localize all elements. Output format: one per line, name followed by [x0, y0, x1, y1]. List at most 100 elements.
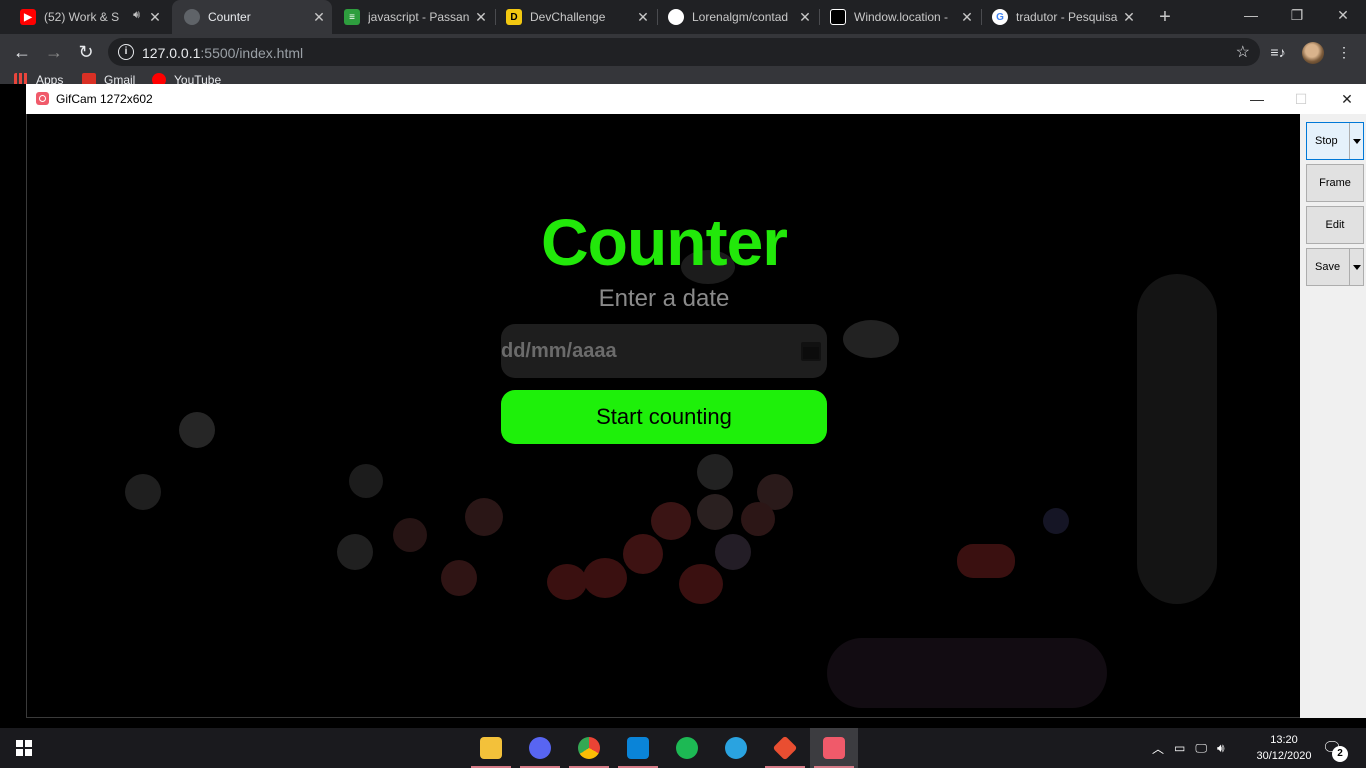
- tab-github[interactable]: Lorenalgm/contad ✕: [658, 0, 818, 34]
- taskbar-chrome[interactable]: [565, 728, 613, 768]
- notifications-button[interactable]: 🗨︎ 2: [1322, 738, 1348, 762]
- windows-start-icon[interactable]: [16, 740, 32, 756]
- close-tab-icon[interactable]: ✕: [1122, 10, 1136, 24]
- browser-toolbar: ← → ↻ i 127.0.0.1:5500/index.html ☆ ≡♪ ⋮: [0, 34, 1366, 70]
- globe-icon: [184, 9, 200, 25]
- minimize-button[interactable]: —: [1228, 4, 1274, 28]
- close-tab-icon[interactable]: ✕: [960, 10, 974, 24]
- avatar[interactable]: [1302, 42, 1324, 64]
- media-control-icon[interactable]: ≡♪: [1268, 42, 1288, 62]
- tab-mdn[interactable]: Window.location - ✕: [820, 0, 980, 34]
- frame-button[interactable]: Frame: [1306, 164, 1364, 202]
- bookmark-gmail[interactable]: Gmail: [82, 73, 135, 84]
- vscode-icon: [627, 737, 649, 759]
- save-label: Save: [1315, 261, 1341, 273]
- page-title: Counter: [541, 205, 788, 279]
- back-button[interactable]: ←: [10, 40, 34, 64]
- stop-dropdown-icon[interactable]: [1349, 123, 1363, 159]
- stop-label: Stop: [1315, 135, 1338, 147]
- taskbar-telegram[interactable]: [712, 728, 760, 768]
- gifcam-icon: [36, 92, 49, 105]
- stop-button[interactable]: Stop: [1306, 122, 1364, 160]
- gifcam-maximize-button[interactable]: ☐: [1286, 88, 1316, 110]
- tab-title: Lorenalgm/contad: [692, 10, 789, 24]
- address-bar[interactable]: i 127.0.0.1:5500/index.html ☆: [108, 38, 1260, 66]
- page-backdrop: [0, 84, 26, 728]
- notification-count: 2: [1332, 746, 1348, 762]
- save-dropdown-icon[interactable]: [1349, 249, 1363, 285]
- youtube-icon: [152, 73, 166, 84]
- taskbar-gifcam[interactable]: [810, 728, 858, 768]
- battery-icon[interactable]: ▭: [1174, 741, 1185, 755]
- new-tab-button[interactable]: +: [1154, 6, 1176, 28]
- reload-button[interactable]: ↻: [74, 40, 98, 64]
- gifcam-close-button[interactable]: ✕: [1332, 88, 1362, 110]
- chrome-icon: [578, 737, 600, 759]
- save-button[interactable]: Save: [1306, 248, 1364, 286]
- taskbar-git[interactable]: [761, 728, 809, 768]
- close-tab-icon[interactable]: ✕: [636, 10, 650, 24]
- taskbar-file-explorer[interactable]: [467, 728, 515, 768]
- tab-title: Window.location -: [854, 10, 949, 24]
- network-icon[interactable]: 🖵︎: [1195, 741, 1207, 756]
- menu-icon[interactable]: ⋮: [1334, 42, 1354, 62]
- close-tab-icon[interactable]: ✕: [312, 10, 326, 24]
- clock-date: 30/12/2020: [1256, 750, 1312, 762]
- tab-title: javascript - Passan: [368, 10, 470, 24]
- info-icon[interactable]: i: [118, 44, 134, 60]
- github-icon: [668, 9, 684, 25]
- tab-devchallenge[interactable]: D DevChallenge ✕: [496, 0, 656, 34]
- taskbar-spotify[interactable]: [663, 728, 711, 768]
- browser-tab-strip: ▶ (52) Work & S 🔊︎ ✕ Counter ✕ ≡ javascr…: [0, 0, 1366, 34]
- calendar-icon[interactable]: [801, 342, 821, 361]
- gifcam-minimize-button[interactable]: —: [1242, 88, 1272, 110]
- close-tab-icon[interactable]: ✕: [798, 10, 812, 24]
- bookmark-youtube[interactable]: YouTube: [152, 73, 221, 84]
- volume-icon[interactable]: 🔊︎: [1217, 741, 1225, 756]
- system-clock[interactable]: 13:20 30/12/2020: [1256, 732, 1312, 764]
- close-tab-icon[interactable]: ✕: [474, 10, 488, 24]
- bookmark-star-icon[interactable]: ☆: [1236, 42, 1250, 62]
- tab-stackoverflow[interactable]: ≡ javascript - Passan ✕: [334, 0, 494, 34]
- bookmark-label: Gmail: [104, 73, 136, 84]
- discord-icon: [529, 737, 551, 759]
- file-explorer-icon: [480, 737, 502, 759]
- tab-title: Counter: [208, 10, 251, 24]
- gifcam-titlebar: GifCam 1272x602 — ☐ ✕: [26, 84, 1366, 114]
- edit-button[interactable]: Edit: [1306, 206, 1364, 244]
- start-counting-button[interactable]: Start counting: [501, 390, 827, 444]
- tab-google[interactable]: G tradutor - Pesquisa ✕: [982, 0, 1142, 34]
- windows-taskbar: ︿ ▭ 🖵︎ 🔊︎ 13:20 30/12/2020 🗨︎ 2: [0, 728, 1366, 768]
- youtube-icon: ▶: [20, 9, 36, 25]
- frame-label: Frame: [1319, 177, 1351, 189]
- close-window-button[interactable]: ✕: [1320, 4, 1366, 28]
- taskbar-vscode[interactable]: [614, 728, 662, 768]
- spotify-icon: [676, 737, 698, 759]
- tab-counter[interactable]: Counter ✕: [172, 0, 332, 34]
- google-icon: G: [992, 9, 1008, 25]
- maximize-button[interactable]: ❐: [1274, 4, 1320, 28]
- mdn-icon: [830, 9, 846, 25]
- date-input[interactable]: dd/mm/aaaa: [501, 324, 827, 378]
- gifcam-title: GifCam 1272x602: [56, 92, 153, 106]
- devchallenge-icon: D: [506, 9, 522, 25]
- tab-title: (52) Work & S: [44, 10, 120, 24]
- git-icon: [772, 735, 798, 761]
- bookmarks-bar: Apps Gmail YouTube: [0, 70, 1366, 84]
- bookmark-apps[interactable]: Apps: [14, 73, 63, 84]
- tab-title: DevChallenge: [530, 10, 606, 24]
- close-tab-icon[interactable]: ✕: [148, 10, 162, 24]
- stackoverflow-icon: ≡: [344, 9, 360, 25]
- chevron-up-icon[interactable]: ︿: [1152, 740, 1164, 757]
- speaker-icon[interactable]: 🔊︎: [133, 9, 140, 22]
- forward-button[interactable]: →: [42, 40, 66, 64]
- system-tray: ︿ ▭ 🖵︎ 🔊︎: [1152, 728, 1225, 768]
- date-placeholder: dd/mm/aaaa: [501, 340, 617, 362]
- apps-grid-icon: [14, 73, 28, 84]
- url-host: 127.0.0.1: [142, 45, 201, 61]
- taskbar-discord[interactable]: [516, 728, 564, 768]
- tab-youtube[interactable]: ▶ (52) Work & S 🔊︎ ✕: [10, 0, 168, 34]
- clock-time: 13:20: [1270, 734, 1298, 746]
- capture-area: Counter Enter a date dd/mm/aaaa Start co…: [26, 114, 1300, 718]
- url-text[interactable]: 127.0.0.1:5500/index.html: [142, 45, 303, 61]
